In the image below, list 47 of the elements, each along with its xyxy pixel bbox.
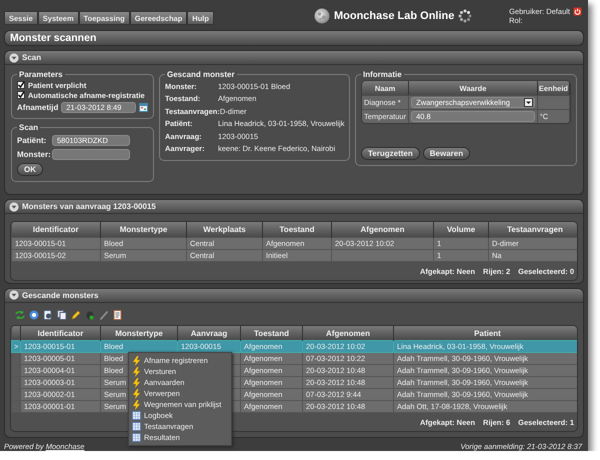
group-title: Informatie <box>362 70 403 79</box>
column-header[interactable]: Volume <box>434 222 488 238</box>
grid-icon <box>132 411 141 420</box>
calendar-icon[interactable] <box>139 102 148 112</box>
grid-icon <box>132 433 141 442</box>
column-header[interactable]: Monstertype <box>100 222 186 238</box>
collapse-icon[interactable] <box>9 52 19 62</box>
power-icon[interactable] <box>573 7 582 16</box>
moon-icon <box>314 8 330 24</box>
input-field[interactable] <box>52 148 130 160</box>
ok-button[interactable]: OK <box>17 163 43 176</box>
collapse-icon[interactable] <box>9 290 19 300</box>
spinner-icon <box>458 9 472 23</box>
collapse-icon[interactable] <box>9 202 19 212</box>
document-icon[interactable] <box>113 310 123 320</box>
column-header[interactable]: Aanvraag <box>178 326 240 341</box>
column-header[interactable]: Werkplaats <box>186 222 262 238</box>
column-header[interactable]: Afgenomen <box>302 326 394 341</box>
slash-icon[interactable] <box>99 310 109 320</box>
field-label: Afnametijd <box>17 102 58 112</box>
group-title: Parameters <box>18 70 64 79</box>
column-header[interactable]: Identificator <box>20 326 100 341</box>
checkbox[interactable] <box>17 81 25 89</box>
pencil-icon[interactable] <box>71 310 81 320</box>
grid-icon <box>132 422 141 431</box>
column-header[interactable]: Testaanvragen <box>488 222 577 238</box>
panel-title: Scan <box>22 53 42 62</box>
panel-title: Monsters van aanvraag 1203-00015 <box>22 202 156 212</box>
action-button[interactable]: Bewaren <box>422 147 470 160</box>
action-button[interactable]: Terugzetten <box>361 147 420 160</box>
copy-icon[interactable] <box>57 310 67 320</box>
page-title: Monster scannen <box>4 30 584 46</box>
refresh-icon[interactable] <box>15 310 25 320</box>
column-header[interactable]: Toestand <box>240 326 302 341</box>
group-title: Scan <box>18 123 40 132</box>
checkbox[interactable] <box>17 91 25 99</box>
page-icon[interactable] <box>43 310 53 320</box>
column-header[interactable]: Afgenomen <box>332 222 434 238</box>
group-title: Gescand monster <box>166 70 236 79</box>
column-header[interactable]: Toestand <box>262 222 332 238</box>
panel-title: Gescande monsters <box>22 290 98 300</box>
column-header[interactable]: Identificator <box>12 222 100 238</box>
column-header[interactable]: Patient <box>394 326 577 341</box>
field-label: Patiënt: <box>17 136 48 144</box>
column-header[interactable]: Monstertype <box>100 326 178 341</box>
field-label: Monster: <box>17 150 49 158</box>
app-title: Moonchase Lab Online <box>334 10 454 22</box>
